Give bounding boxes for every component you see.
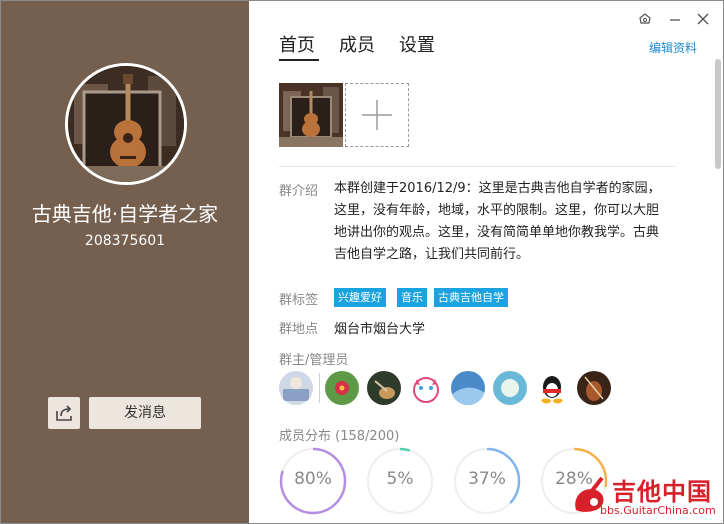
intro-label: 群介绍	[279, 184, 319, 199]
admin-avatar[interactable]	[325, 371, 359, 405]
admins-label: 群主/管理员	[279, 353, 349, 368]
group-avatar[interactable]	[65, 63, 187, 185]
group-photo[interactable]	[279, 83, 343, 147]
tab-members[interactable]: 成员	[339, 31, 375, 57]
tag-item[interactable]: 古典吉他自学	[434, 288, 508, 307]
member-count: (158/200)	[335, 429, 400, 444]
share-icon	[56, 405, 72, 421]
owner-avatar[interactable]	[279, 371, 313, 405]
divider	[279, 166, 675, 167]
close-icon[interactable]	[695, 11, 711, 27]
stat-ring[interactable]: 80%	[279, 447, 347, 515]
add-photo-button[interactable]	[345, 83, 409, 147]
location-label: 群地点	[279, 322, 319, 337]
admin-separator	[319, 373, 320, 403]
minimize-icon[interactable]	[667, 11, 683, 27]
stat-ring-value: 5%	[386, 469, 414, 489]
group-id: 208375601	[84, 233, 166, 249]
tab-settings[interactable]: 设置	[399, 31, 435, 57]
group-profile-window: 古典吉他·自学者之家 208375601 发消息 首页 成员 设置 编辑资料 群…	[0, 0, 724, 524]
admin-avatar[interactable]	[535, 371, 569, 405]
stat-ring-value: 80%	[294, 469, 332, 489]
tags-label: 群标签	[279, 293, 319, 308]
group-name: 古典吉他·自学者之家	[31, 202, 219, 226]
stat-ring-value: 37%	[468, 469, 506, 489]
admin-avatar[interactable]	[493, 371, 527, 405]
profile-main: 首页 成员 设置 编辑资料 群介绍 本群创建于2016/12/9：这里是古典吉他…	[249, 1, 723, 523]
admin-avatar[interactable]	[577, 371, 611, 405]
tag-item[interactable]: 兴趣爱好	[334, 288, 386, 307]
profile-sidebar: 古典吉他·自学者之家 208375601 发消息	[1, 1, 249, 523]
skin-icon[interactable]	[637, 11, 653, 27]
admin-avatar[interactable]	[451, 371, 485, 405]
tag-item[interactable]: 音乐	[397, 288, 427, 307]
stat-ring[interactable]: 37%	[453, 447, 521, 515]
intro-text: 本群创建于2016/12/9：这里是古典吉他自学者的家园，这里，没有年龄，地域，…	[334, 181, 661, 262]
watermark: 吉他中国 bbs.GuitarChina.com	[566, 466, 724, 524]
admin-avatar[interactable]	[409, 371, 443, 405]
share-button[interactable]	[48, 397, 80, 429]
tab-home[interactable]: 首页	[279, 31, 315, 57]
send-message-button[interactable]: 发消息	[89, 397, 201, 429]
watermark-text: 吉他中国	[612, 478, 712, 506]
location-value: 烟台市烟台大学	[334, 322, 426, 337]
member-distribution-label: 成员分布	[279, 429, 332, 444]
member-distribution-title: 成员分布 (158/200)	[279, 425, 399, 444]
scrollbar-thumb[interactable]	[715, 59, 721, 169]
edit-profile-link[interactable]: 编辑资料	[649, 39, 697, 56]
plus-icon	[362, 100, 392, 130]
admin-avatar[interactable]	[367, 371, 401, 405]
stat-ring[interactable]: 5%	[366, 447, 434, 515]
watermark-url: bbs.GuitarChina.com	[600, 504, 716, 517]
active-tab-indicator	[279, 59, 319, 61]
